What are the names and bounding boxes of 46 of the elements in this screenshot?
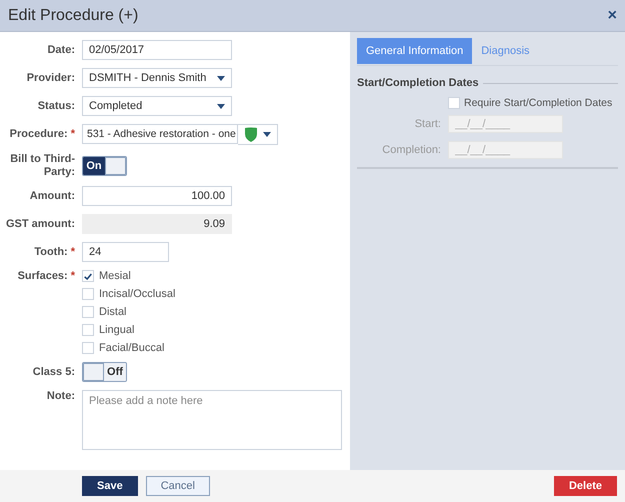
field-label: Date:: [47, 44, 75, 56]
checkbox[interactable]: [82, 306, 94, 318]
window-title: Edit Procedure (+): [8, 6, 138, 24]
cancel-button[interactable]: Cancel: [146, 476, 210, 496]
checkbox-label: Facial/Buccal: [99, 342, 164, 354]
shield-dropdown-button[interactable]: [238, 124, 278, 145]
caret-icon: [217, 76, 225, 80]
procedure-field[interactable]: 531 - Adhesive restoration - one: [82, 124, 238, 144]
field-label: Procedure: *: [10, 128, 75, 141]
text-field[interactable]: 24: [82, 242, 169, 262]
field-label: Provider:: [26, 72, 75, 84]
delete-button[interactable]: Delete: [554, 476, 617, 496]
field-label: GST amount:: [6, 218, 75, 231]
caret-icon: [217, 104, 225, 108]
checkbox-label: Mesial: [99, 270, 131, 282]
field-label: Completion:: [381, 144, 441, 156]
caret-icon: [262, 132, 270, 137]
field-label: Status:: [38, 100, 75, 112]
note-field[interactable]: Please add a note here: [82, 390, 342, 450]
amount-readout: 9.09: [82, 214, 232, 234]
field-label: Note:: [46, 390, 75, 403]
text-field[interactable]: 100.00: [82, 186, 232, 206]
save-button[interactable]: Save: [82, 476, 138, 496]
checkbox[interactable]: [82, 288, 94, 300]
field-label: Class 5:: [32, 366, 75, 379]
checkbox[interactable]: [82, 324, 94, 336]
toggle-switch[interactable]: On: [82, 156, 127, 176]
field-label: Surfaces: *: [18, 270, 75, 283]
checkbox-label: Distal: [99, 306, 127, 318]
field-label: Amount:: [30, 190, 75, 203]
toggle-switch[interactable]: Off: [82, 362, 127, 382]
field-label: Bill to Third-Party:: [9, 153, 75, 178]
checkbox-label: Incisal/Occlusal: [99, 288, 176, 300]
shield-icon: [244, 127, 256, 142]
text-field[interactable]: 02/05/2017: [82, 40, 232, 60]
field-label: Start:: [414, 118, 441, 130]
checkbox-label: Require Start/Completion Dates: [464, 97, 612, 109]
dropdown[interactable]: DSMITH - Dennis Smith: [82, 68, 232, 88]
checkbox[interactable]: [82, 270, 94, 282]
checkbox[interactable]: [448, 97, 460, 109]
dropdown[interactable]: Completed: [82, 96, 232, 116]
section-title: Start/Completion Dates: [357, 77, 479, 89]
field-label: Tooth: *: [34, 246, 75, 259]
close-icon[interactable]: ×: [608, 8, 617, 24]
checkbox-label: Lingual: [99, 324, 134, 336]
checkbox[interactable]: [82, 342, 94, 354]
